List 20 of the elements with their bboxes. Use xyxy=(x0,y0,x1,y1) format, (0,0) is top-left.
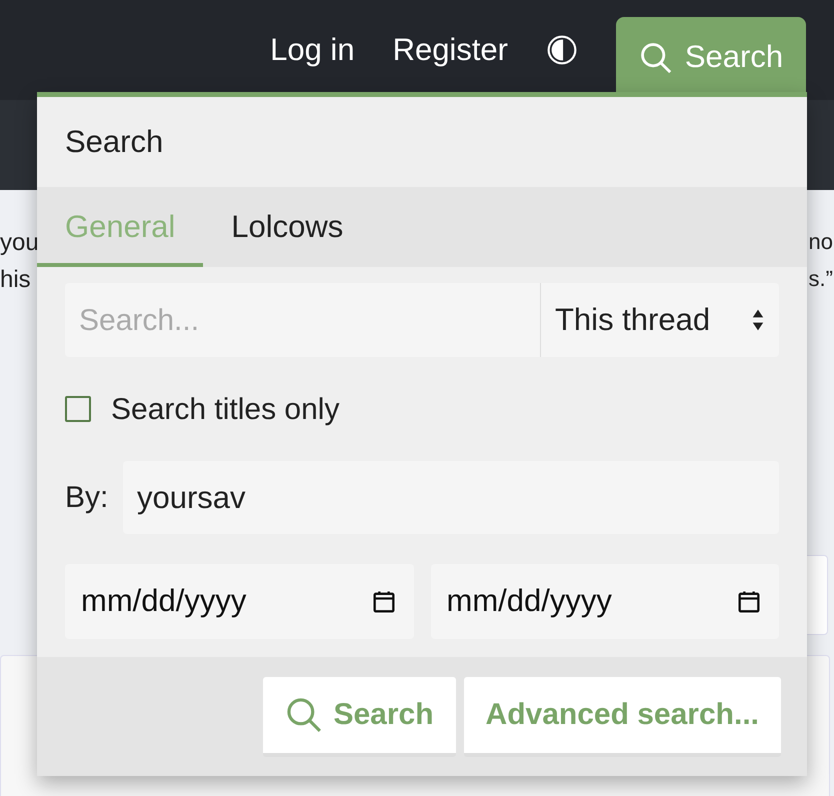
background-text: you xyxy=(0,228,39,258)
checkbox-label: Search titles only xyxy=(111,392,340,428)
scope-select[interactable]: This thread xyxy=(541,283,779,357)
contrast-icon[interactable] xyxy=(546,34,578,66)
tab[interactable]: Lolcows xyxy=(203,187,372,267)
background-text: s.” xyxy=(808,265,833,293)
by-label: By: xyxy=(65,480,107,516)
background-text: no xyxy=(808,228,833,256)
member-field[interactable]: yoursav xyxy=(123,461,779,534)
background-text: his xyxy=(0,265,31,295)
search-field[interactable]: Search... xyxy=(65,283,541,357)
search-icon xyxy=(285,696,324,734)
search-icon xyxy=(638,40,673,74)
checkbox[interactable] xyxy=(65,396,91,422)
sort-arrows-icon xyxy=(751,307,765,333)
menu-title: Search xyxy=(64,122,164,161)
nav-link[interactable]: Log in xyxy=(270,26,355,74)
date-field[interactable]: mm/dd/yyyy xyxy=(430,564,779,639)
date-field[interactable]: mm/dd/yyyy xyxy=(65,564,414,639)
nav-link[interactable]: Register xyxy=(392,26,508,74)
